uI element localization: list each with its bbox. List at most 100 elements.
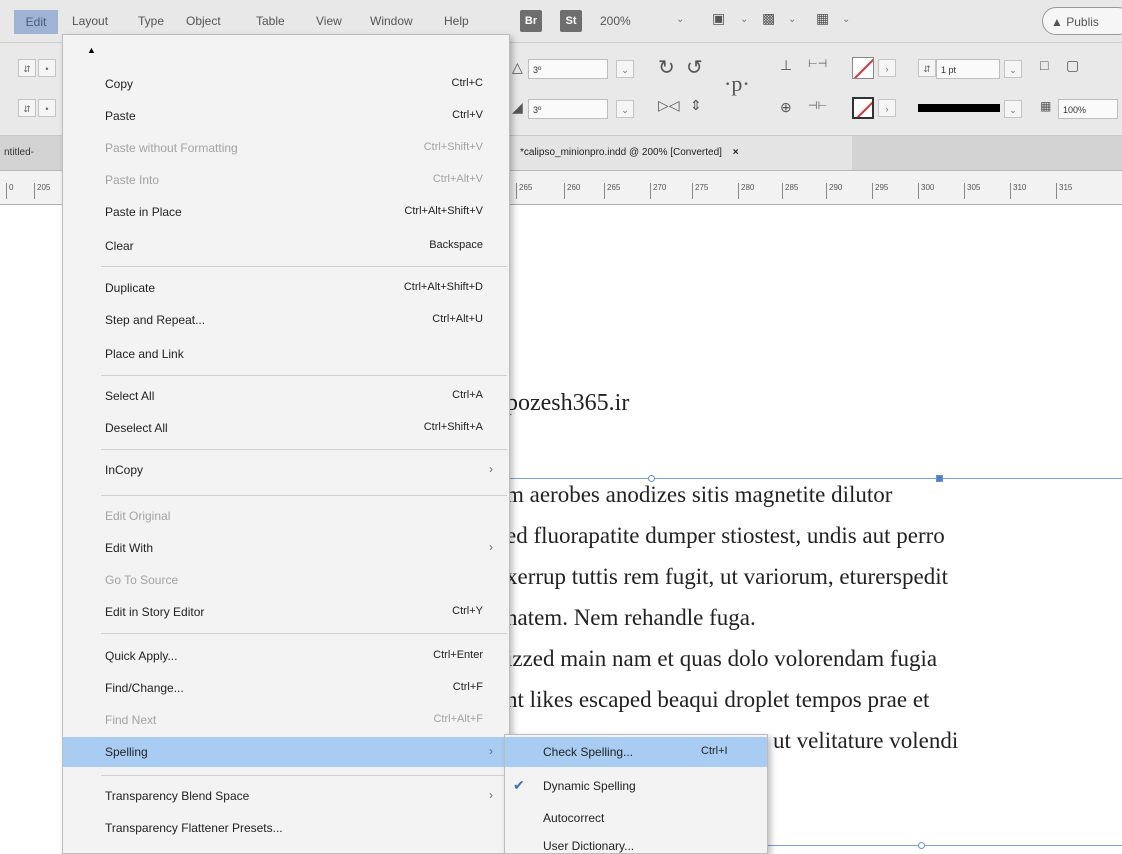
menu-item-edit-original[interactable]: Edit Original bbox=[63, 501, 509, 531]
select-content-icon[interactable]: ⊕ bbox=[780, 99, 792, 116]
stroke-type-preview[interactable] bbox=[918, 104, 1000, 112]
view-options-icon[interactable]: ▣ bbox=[712, 10, 725, 27]
submenu-item-user-dictionary[interactable]: User Dictionary... bbox=[505, 833, 767, 853]
menu-item-go-to-source[interactable]: Go To Source bbox=[63, 565, 509, 595]
document-text-line[interactable]: nt likes escaped beaqui droplet tempos p… bbox=[506, 687, 929, 713]
menu-item-shortcut: Ctrl+Alt+U bbox=[432, 313, 483, 325]
document-text-line[interactable]: izzed main nam et quas dolo volorendam f… bbox=[506, 646, 937, 672]
submenu-item-dynamic-spelling[interactable]: ✔ Dynamic Spelling bbox=[505, 771, 767, 801]
shear-angle-icon: ◢ bbox=[512, 99, 523, 115]
stroke-type-dropdown-icon[interactable]: ⌄ bbox=[1004, 100, 1022, 118]
menu-item-incopy[interactable]: InCopy › bbox=[63, 455, 509, 485]
ruler-tick: 300 bbox=[918, 183, 934, 199]
screen-mode-icon[interactable]: ▩ bbox=[762, 10, 775, 27]
rotate-ccw-icon[interactable]: ↺ bbox=[686, 55, 703, 80]
bridge-button[interactable]: Br bbox=[520, 10, 542, 32]
flip-vertical-icon[interactable]: ⇕ bbox=[690, 97, 702, 114]
rotation-angle-field[interactable]: 3º bbox=[528, 59, 608, 79]
menu-item-edit-with[interactable]: Edit With › bbox=[63, 533, 509, 563]
shear-dropdown-icon[interactable]: ⌄ bbox=[616, 100, 634, 118]
menu-item-quick-apply[interactable]: Quick Apply... Ctrl+Enter bbox=[63, 641, 509, 671]
weight-stepper-icon[interactable]: ⇵ bbox=[918, 59, 936, 77]
stroke-weight-field[interactable]: 1 pt bbox=[936, 59, 1000, 79]
select-next-icon[interactable]: ⊢⊣ bbox=[808, 57, 827, 70]
menu-edit[interactable]: Edit bbox=[14, 10, 58, 34]
select-previous-icon[interactable]: ⊣⊢ bbox=[808, 99, 827, 112]
menu-item-paste-without-formatting[interactable]: Paste without Formatting Ctrl+Shift+V bbox=[63, 133, 509, 163]
tab-close-icon[interactable]: × bbox=[733, 147, 739, 158]
menu-item-find-change[interactable]: Find/Change... Ctrl+F bbox=[63, 673, 509, 703]
menu-layout[interactable]: Layout bbox=[72, 14, 108, 28]
stepper-icon-2[interactable]: ⇵ bbox=[18, 99, 36, 117]
screen-mode-chevron-icon[interactable]: ⌄ bbox=[788, 14, 796, 25]
document-heading[interactable]: pozesh365.ir bbox=[506, 390, 629, 417]
frame-in-port-handle[interactable] bbox=[936, 475, 943, 482]
menu-item-step-and-repeat[interactable]: Step and Repeat... Ctrl+Alt+U bbox=[63, 305, 509, 335]
frame-handle[interactable] bbox=[918, 842, 925, 849]
stepper-icon[interactable]: ⇵ bbox=[18, 59, 36, 77]
menu-item-label: Deselect All bbox=[105, 421, 168, 435]
menu-table[interactable]: Table bbox=[256, 14, 285, 28]
ruler-tick: 305 bbox=[964, 183, 980, 199]
frame-handle[interactable] bbox=[648, 475, 655, 482]
text-frame-top-edge[interactable] bbox=[506, 478, 1122, 479]
publish-online-button[interactable]: ▲ Publis bbox=[1042, 7, 1122, 35]
field-icon[interactable]: • bbox=[38, 59, 56, 77]
menu-item-paste-in-place[interactable]: Paste in Place Ctrl+Alt+Shift+V bbox=[63, 197, 509, 227]
menu-item-shortcut: Ctrl+Enter bbox=[433, 649, 483, 661]
menu-help[interactable]: Help bbox=[444, 14, 469, 28]
menu-item-deselect-all[interactable]: Deselect All Ctrl+Shift+A bbox=[63, 413, 509, 443]
menu-item-duplicate[interactable]: Duplicate Ctrl+Alt+Shift+D bbox=[63, 273, 509, 303]
reference-point-icon[interactable]: ·p· bbox=[724, 71, 750, 97]
menu-item-label: Paste without Formatting bbox=[105, 141, 238, 155]
frame-fitting-icon[interactable]: □ bbox=[1040, 57, 1048, 73]
shear-angle-field[interactable]: 3º bbox=[528, 99, 608, 119]
zoom-chevron-icon[interactable]: ⌄ bbox=[676, 14, 684, 25]
arrange-chevron-icon[interactable]: ⌄ bbox=[842, 14, 850, 25]
menu-item-copy[interactable]: Copy Ctrl+C bbox=[63, 69, 509, 99]
menu-window[interactable]: Window bbox=[370, 14, 413, 28]
menu-view[interactable]: View bbox=[316, 14, 342, 28]
submenu-item-check-spelling[interactable]: Check Spelling... Ctrl+I bbox=[505, 737, 767, 767]
document-text-line[interactable]: natem. Nem rehandle fuga. bbox=[506, 605, 756, 631]
text-frame-bottom-edge[interactable] bbox=[766, 845, 1122, 846]
menu-item-clear[interactable]: Clear Backspace bbox=[63, 231, 509, 261]
rotate-cw-icon[interactable]: ↻ bbox=[658, 55, 675, 80]
stroke-dropdown-icon[interactable]: › bbox=[878, 99, 896, 117]
menu-item-shortcut: Ctrl+Alt+Shift+D bbox=[403, 281, 483, 293]
tab-untitled[interactable]: ntitled- bbox=[0, 136, 64, 170]
view-options-chevron-icon[interactable]: ⌄ bbox=[740, 14, 748, 25]
document-text-line[interactable]: ed fluorapatite dumper stiostest, undis … bbox=[506, 523, 945, 549]
fill-dropdown-icon[interactable]: › bbox=[878, 59, 896, 77]
menu-separator bbox=[101, 266, 507, 267]
menu-item-select-all[interactable]: Select All Ctrl+A bbox=[63, 381, 509, 411]
flip-horizontal-icon[interactable]: ▷◁ bbox=[658, 97, 680, 114]
menu-item-transparency-blend-space[interactable]: Transparency Blend Space › bbox=[63, 781, 509, 811]
menu-item-find-next[interactable]: Find Next Ctrl+Alt+F bbox=[63, 705, 509, 735]
zoom-level[interactable]: 200% bbox=[600, 14, 631, 28]
fill-swatch-icon[interactable] bbox=[852, 57, 874, 79]
menu-item-transparency-flattener-presets[interactable]: Transparency Flattener Presets... bbox=[63, 813, 509, 843]
menu-type[interactable]: Type bbox=[138, 14, 164, 28]
document-text-line[interactable]: m aerobes anodizes sitis magnetite dilut… bbox=[506, 482, 892, 508]
menu-object[interactable]: Object bbox=[186, 14, 221, 28]
tab-calipso-document[interactable]: *calipso_minionpro.indd @ 200% [Converte… bbox=[506, 136, 852, 170]
document-text-line[interactable]: ut velitature volendi bbox=[773, 728, 958, 754]
stock-button[interactable]: St bbox=[560, 10, 582, 32]
menu-item-edit-in-story-editor[interactable]: Edit in Story Editor Ctrl+Y bbox=[63, 597, 509, 627]
field-icon-2[interactable]: • bbox=[38, 99, 56, 117]
frame-fitting-icon-2[interactable]: ▢ bbox=[1066, 57, 1079, 74]
opacity-field[interactable]: 100% bbox=[1058, 99, 1118, 119]
submenu-item-autocorrect[interactable]: Autocorrect bbox=[505, 803, 767, 833]
menu-item-label: Edit Original bbox=[105, 509, 171, 523]
stroke-swatch-icon[interactable] bbox=[852, 97, 874, 119]
menu-item-paste-into[interactable]: Paste Into Ctrl+Alt+V bbox=[63, 165, 509, 195]
rotation-dropdown-icon[interactable]: ⌄ bbox=[616, 60, 634, 78]
menu-item-spelling[interactable]: Spelling › bbox=[63, 737, 509, 767]
menu-item-paste[interactable]: Paste Ctrl+V bbox=[63, 101, 509, 131]
arrange-documents-icon[interactable]: ▦ bbox=[816, 10, 829, 27]
menu-item-place-and-link[interactable]: Place and Link bbox=[63, 339, 509, 369]
select-container-icon[interactable]: ⊥ bbox=[780, 57, 792, 74]
document-text-line[interactable]: xerrup tuttis rem fugit, ut variorum, et… bbox=[506, 564, 948, 590]
stroke-weight-dropdown-icon[interactable]: ⌄ bbox=[1004, 60, 1022, 78]
